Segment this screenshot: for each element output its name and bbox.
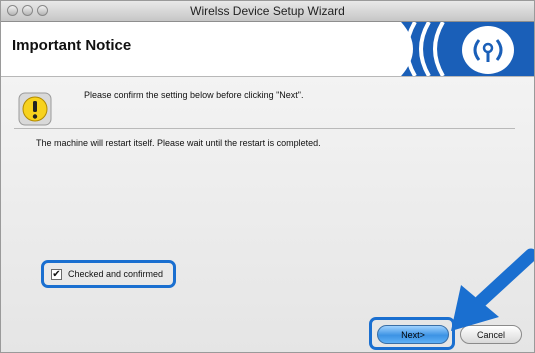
warning-icon <box>18 92 52 126</box>
pointer-arrow-icon <box>451 248 534 331</box>
wireless-logo-icon <box>393 22 534 76</box>
page-title: Important Notice <box>12 37 132 54</box>
confirm-checkbox-label[interactable]: Checked and confirmed <box>68 269 163 279</box>
divider <box>14 128 515 129</box>
window-title: Wirelss Device Setup Wizard <box>190 4 345 18</box>
next-button[interactable]: Next> <box>377 325 449 344</box>
wizard-header: Important Notice <box>1 22 534 77</box>
wizard-content: Please confirm the setting below before … <box>1 77 534 352</box>
wizard-window: Wirelss Device Setup Wizard Important No… <box>0 0 535 353</box>
confirm-checkbox[interactable]: ✔ <box>51 269 62 280</box>
restart-message: The machine will restart itself. Please … <box>36 138 321 148</box>
title-bar: Wirelss Device Setup Wizard <box>1 1 534 22</box>
confirm-message: Please confirm the setting below before … <box>84 90 304 100</box>
